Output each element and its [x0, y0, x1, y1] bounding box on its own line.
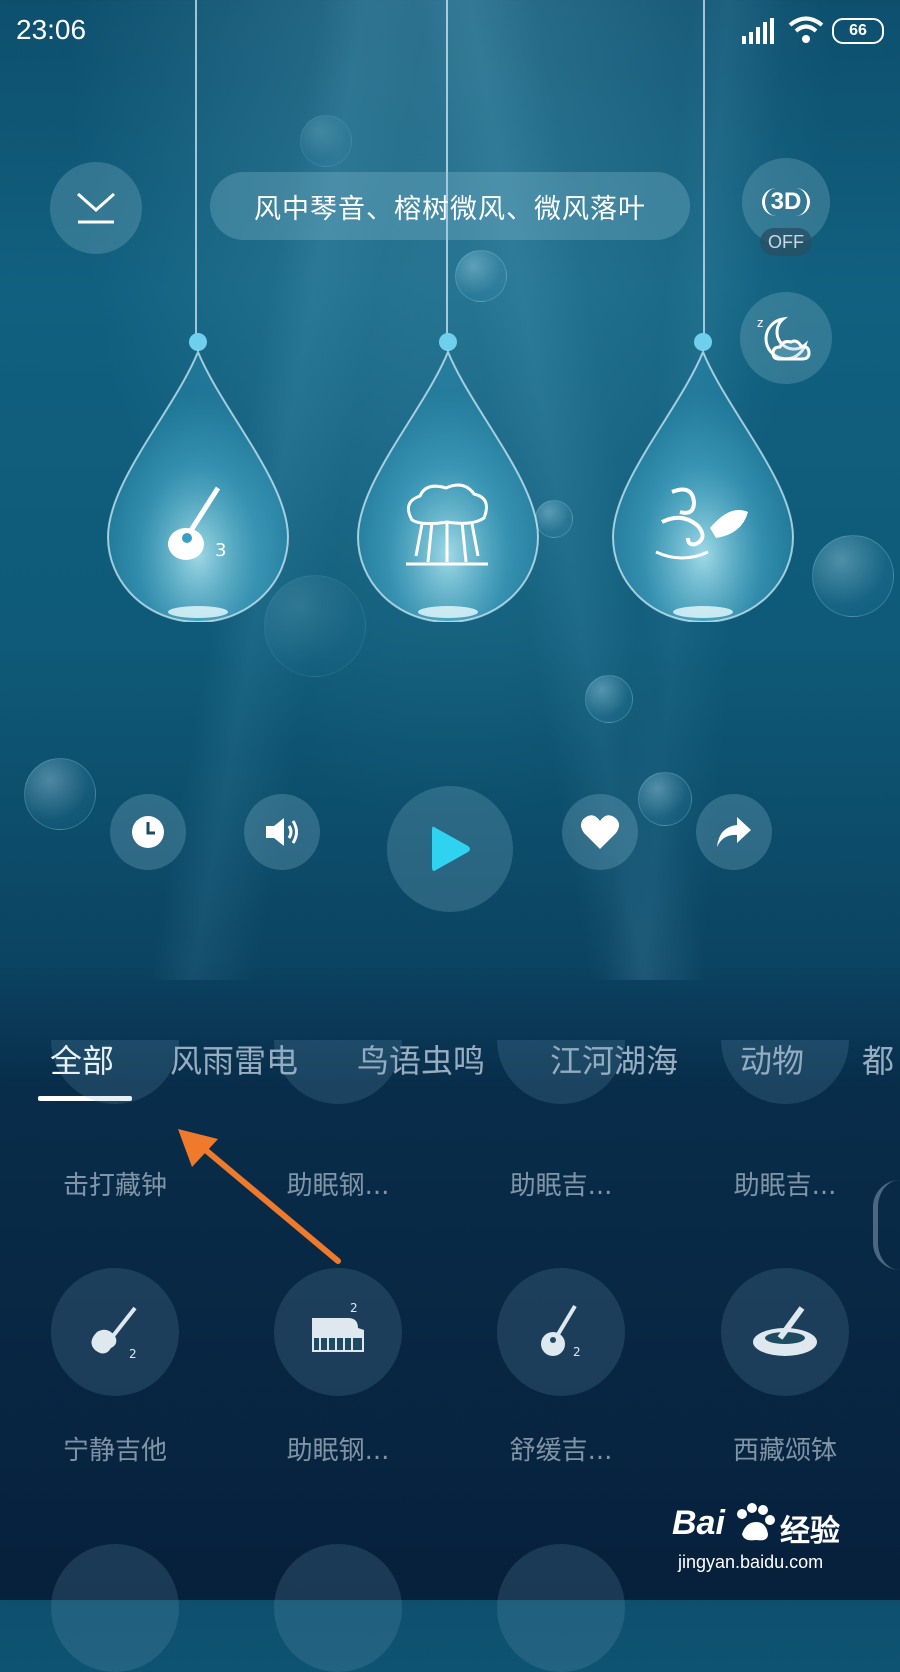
battery-indicator: 66 [832, 18, 884, 44]
sound-item-circle[interactable]: 2 [51, 1268, 179, 1396]
sound-item-label[interactable]: 助眠吉... [471, 1165, 651, 1202]
sound-item-label[interactable]: 助眠吉... [695, 1165, 875, 1202]
bubble [585, 675, 633, 723]
paw-logo-icon [737, 1503, 775, 1541]
sound-item-circle[interactable]: 2 [274, 1268, 402, 1396]
baidu-jingyan-watermark: Bai 经验 jingyan.baidu.com [672, 1500, 872, 1590]
favorite-button[interactable] [562, 794, 638, 870]
drop-badge: 3 [215, 540, 227, 561]
svg-text:2: 2 [129, 1347, 137, 1361]
bubble [24, 758, 96, 830]
chevron-down-icon [77, 192, 115, 224]
share-button[interactable] [696, 794, 772, 870]
annotation-arrow-icon [178, 1129, 341, 1264]
wind-leaf-icon [655, 487, 748, 560]
guitar-icon [168, 486, 221, 560]
bubble [812, 535, 894, 617]
sound-item-circle[interactable] [274, 1544, 402, 1672]
banyan-tree-icon [406, 483, 488, 566]
piano-icon: 2 [312, 1301, 364, 1352]
sound-drop-1[interactable] [103, 332, 293, 622]
clock-icon [132, 816, 164, 848]
singing-bowl-icon [753, 1306, 817, 1356]
sound-item[interactable]: 西藏颂钵 [695, 1268, 875, 1467]
sound-item-label: 西藏颂钵 [732, 1436, 837, 1466]
play-button[interactable] [387, 786, 513, 912]
play-icon [432, 826, 470, 871]
svg-text:z: z [757, 316, 763, 330]
status-bar: 23:06 66 [0, 0, 900, 62]
watermark-url: jingyan.baidu.com [678, 1552, 824, 1572]
sound-item[interactable]: 2 助眠钢... [248, 1268, 428, 1467]
cell-signal-icon [742, 18, 774, 44]
hanging-string [446, 0, 448, 340]
volume-icon [266, 818, 298, 846]
sound-item[interactable]: 2 宁静吉他 [25, 1268, 205, 1467]
bubble [638, 772, 692, 826]
collapse-button[interactable] [50, 162, 142, 254]
hanging-string [703, 0, 705, 340]
electric-guitar-icon: 2 [91, 1306, 137, 1361]
sound-item[interactable]: 2 舒缓吉... [471, 1268, 651, 1467]
watermark-brand: Bai [672, 1504, 725, 1542]
svg-text:2: 2 [573, 1345, 581, 1359]
acoustic-guitar-icon: 2 [541, 1304, 581, 1359]
3d-label: 3D [761, 188, 811, 216]
timer-button[interactable] [110, 794, 186, 870]
sound-item-label: 助眠钢... [286, 1436, 390, 1466]
svg-text:2: 2 [350, 1301, 358, 1315]
heart-icon [580, 815, 620, 849]
scene-title: 风中琴音、榕树微风、微风落叶 [210, 172, 690, 240]
sound-item-circle[interactable] [497, 1544, 625, 1672]
share-icon [717, 817, 751, 847]
status-time: 23:06 [16, 14, 87, 45]
bubble [300, 115, 352, 167]
watermark-brand-cn: 经验 [780, 1514, 840, 1549]
sound-item-circle[interactable] [721, 1268, 849, 1396]
sound-drop-3[interactable] [608, 332, 798, 622]
sound-item-label: 舒缓吉... [509, 1436, 613, 1466]
hanging-string [195, 0, 197, 340]
side-drawer-handle[interactable] [873, 1180, 900, 1270]
tab-more[interactable]: 都 [862, 1036, 894, 1082]
wifi-icon [788, 16, 824, 43]
sound-item-circle[interactable] [51, 1544, 179, 1672]
volume-button[interactable] [244, 794, 320, 870]
bubble [455, 250, 507, 302]
sound-drop-2[interactable] [353, 332, 543, 622]
3d-state-badge: OFF [760, 228, 812, 256]
sound-item-circle[interactable]: 2 [497, 1268, 625, 1396]
sound-item-label: 宁静吉他 [62, 1436, 167, 1466]
